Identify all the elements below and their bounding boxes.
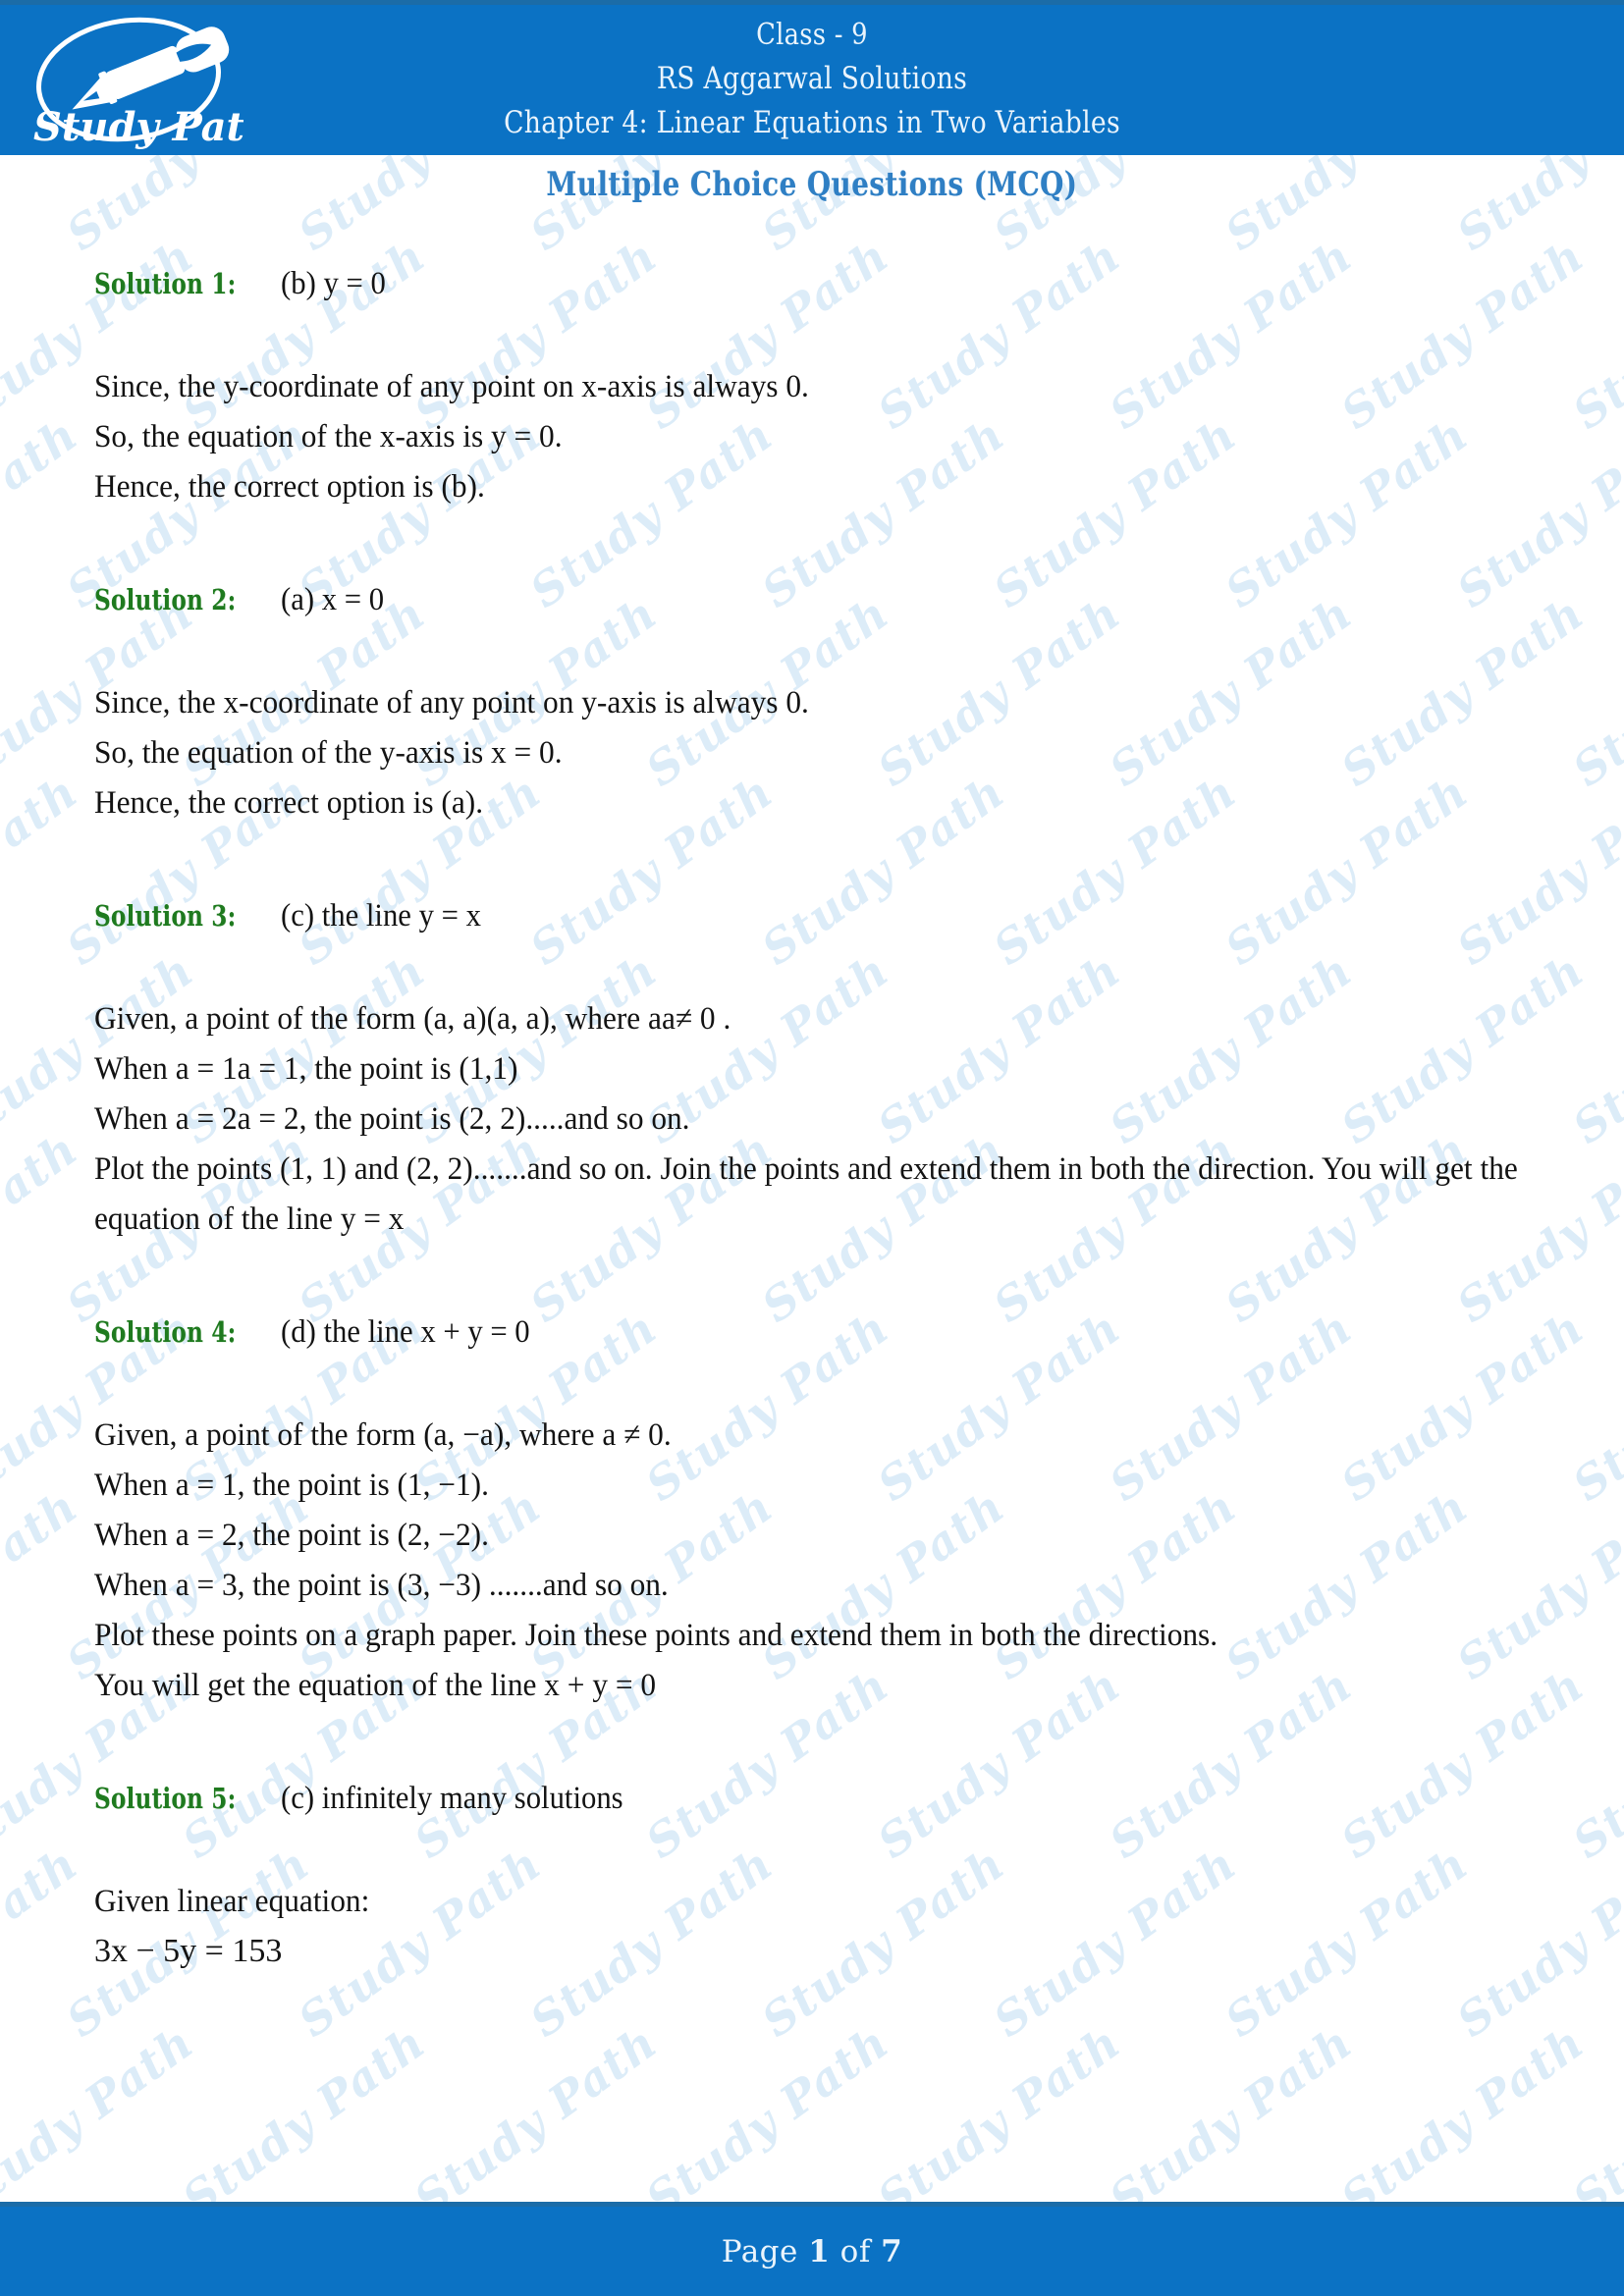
solution-block-1: Solution 1: (b) y = 0 Since, the y-coord… bbox=[94, 257, 1538, 512]
solution-line: So, the equation of the y-axis is x = 0. bbox=[94, 735, 563, 771]
watermark-text: Study Path bbox=[1563, 2015, 1624, 2226]
solution-line: Plot these points on a graph paper. Join… bbox=[94, 1618, 1218, 1653]
footer-total-pages: 7 bbox=[881, 2233, 903, 2269]
watermark-text: Study Path bbox=[405, 2015, 667, 2226]
watermark-text: Study Path bbox=[1563, 229, 1624, 440]
solution-line: When a = 3, the point is (3, −3) .......… bbox=[94, 1568, 669, 1603]
page-footer: Page 1 of 7 bbox=[0, 2202, 1624, 2296]
solution-line: Plot the points (1, 1) and (2, 2).......… bbox=[94, 1151, 1518, 1237]
watermark-text: Study Path bbox=[0, 1837, 87, 2048]
solution-label-5: Solution 5: bbox=[94, 1782, 237, 1815]
header-title-group: Class - 9 RS Aggarwal Solutions Chapter … bbox=[0, 13, 1624, 145]
solution-answer-5: (c) infinitely many solutions bbox=[280, 1781, 623, 1816]
watermark-text: Study Path bbox=[1563, 1658, 1624, 1869]
watermark-text: Study Path bbox=[0, 765, 87, 976]
watermark-text: Study Path bbox=[0, 1122, 87, 1333]
solution-line: When a = 1, the point is (1, −1). bbox=[94, 1468, 489, 1503]
footer-middle: of bbox=[839, 2233, 871, 2269]
solution-heading-5: Solution 5: (c) infinitely many solution… bbox=[94, 1772, 1538, 1826]
watermark-text: Study Path bbox=[1563, 586, 1624, 797]
watermark-text: Study Path bbox=[0, 2015, 203, 2226]
watermark-text: Study Path bbox=[1563, 1301, 1624, 1512]
solution-line: You will get the equation of the line x … bbox=[94, 1668, 657, 1703]
solution-body-4: Given, a point of the form (a, −a), wher… bbox=[94, 1411, 1531, 1711]
watermark-text: Study Path bbox=[173, 2015, 435, 2226]
header-book-line: RS Aggarwal Solutions bbox=[656, 61, 968, 96]
solution-block-2: Solution 2: (a) x = 0 Since, the x-coord… bbox=[94, 573, 1538, 828]
solution-body-3: Given, a point of the form (a, a)(a, a),… bbox=[94, 994, 1531, 1245]
solution-label-2: Solution 2: bbox=[94, 583, 237, 616]
solution-answer-1: (b) y = 0 bbox=[280, 266, 386, 301]
solution-label-1: Solution 1: bbox=[94, 267, 237, 300]
section-title: Multiple Choice Questions (MCQ) bbox=[546, 165, 1078, 204]
page-header: Study Path Class - 9 RS Aggarwal Solutio… bbox=[0, 0, 1624, 155]
watermark-text: Study Path bbox=[868, 2015, 1130, 2226]
solution-line: Hence, the correct option is (a). bbox=[94, 785, 484, 821]
watermark-text: Study Path bbox=[0, 407, 87, 618]
footer-current-page: 1 bbox=[808, 2233, 831, 2269]
solution-answer-4: (d) the line x + y = 0 bbox=[280, 1314, 530, 1350]
solution-answer-2: (a) x = 0 bbox=[280, 582, 385, 617]
solution-line: Since, the y-coordinate of any point on … bbox=[94, 369, 809, 404]
solution-heading-2: Solution 2: (a) x = 0 bbox=[94, 573, 1538, 627]
solution-heading-1: Solution 1: (b) y = 0 bbox=[94, 257, 1538, 311]
solution-block-4: Solution 4: (d) the line x + y = 0 Given… bbox=[94, 1306, 1538, 1711]
solution-answer-3: (c) the line y = x bbox=[280, 898, 481, 934]
solution-line: Given, a point of the form (a, −a), wher… bbox=[94, 1417, 672, 1453]
watermark-text: Study Path bbox=[0, 1479, 87, 1690]
solution-body-2: Since, the x-coordinate of any point on … bbox=[94, 678, 1531, 828]
solution-line: When a = 2, the point is (2, −2). bbox=[94, 1518, 489, 1553]
solution-label-4: Solution 4: bbox=[94, 1315, 237, 1349]
header-chapter-line: Chapter 4: Linear Equations in Two Varia… bbox=[504, 105, 1120, 140]
header-class-line: Class - 9 bbox=[756, 18, 868, 52]
solution-label-3: Solution 3: bbox=[94, 899, 237, 933]
solution-line: So, the equation of the x-axis is y = 0. bbox=[94, 419, 563, 454]
watermark-text: Study Path bbox=[1563, 943, 1624, 1154]
solution-line: When a = 2a = 2, the point is (2, 2)....… bbox=[94, 1101, 690, 1137]
solution-block-3: Solution 3: (c) the line y = x Given, a … bbox=[94, 889, 1538, 1245]
solution-line: Given linear equation: bbox=[94, 1884, 370, 1919]
solution-heading-4: Solution 4: (d) the line x + y = 0 bbox=[94, 1306, 1538, 1360]
watermark-text: Study Path bbox=[1331, 2015, 1594, 2226]
solution-line: When a = 1a = 1, the point is (1,1) bbox=[94, 1051, 518, 1087]
solution-body-1: Since, the y-coordinate of any point on … bbox=[94, 362, 1531, 512]
solution-line: Given, a point of the form (a, a)(a, a),… bbox=[94, 1001, 731, 1037]
document-page: Study Path Study Path Study Path Study Path… bbox=[0, 0, 1624, 2296]
solution-heading-3: Solution 3: (c) the line y = x bbox=[94, 889, 1538, 943]
solution-block-5: Solution 5: (c) infinitely many solution… bbox=[94, 1772, 1538, 1976]
solution-equation-5: 3x − 5y = 153 bbox=[94, 1933, 283, 1969]
solution-line: Hence, the correct option is (b). bbox=[94, 469, 485, 505]
solutions-container: Solution 1: (b) y = 0 Since, the y-coord… bbox=[94, 257, 1538, 1976]
watermark-text: Study Path bbox=[1100, 2015, 1362, 2226]
page-number-text: Page 1 of 7 bbox=[722, 2234, 903, 2269]
watermark-text: Study Path bbox=[636, 2015, 898, 2226]
solution-body-5: Given linear equation: bbox=[94, 1877, 1531, 1927]
footer-prefix: Page bbox=[721, 2233, 798, 2269]
solution-line: Since, the x-coordinate of any point on … bbox=[94, 685, 809, 721]
